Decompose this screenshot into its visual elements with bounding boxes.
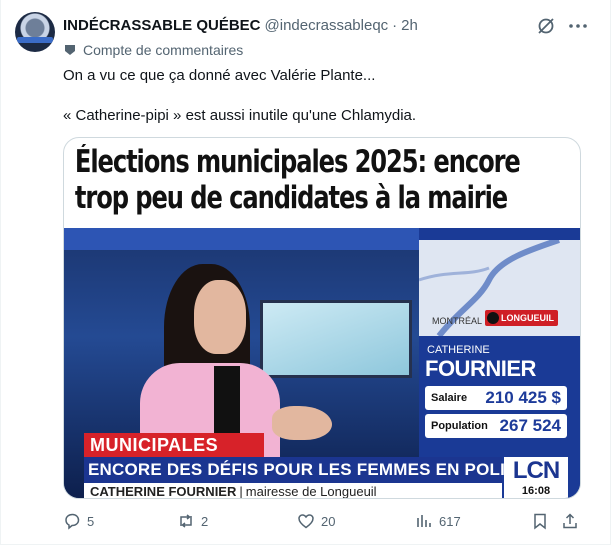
map-label-longueuil: LONGUEUIL <box>485 310 558 326</box>
repost-count: 2 <box>201 513 209 529</box>
views-count: 617 <box>439 513 461 529</box>
headline: Élections municipales 2025: encore trop … <box>64 144 521 216</box>
reply-icon <box>65 513 80 530</box>
reply-count: 5 <box>87 513 95 529</box>
channel-logo: LCN <box>512 457 560 484</box>
more-icon[interactable] <box>567 16 589 36</box>
map: MONTRÉAL LONGUEUIL <box>418 237 580 338</box>
author-name[interactable]: INDÉCRASSABLE QUÉBEC <box>63 17 261 34</box>
share-button[interactable] <box>561 510 579 532</box>
chyron-sub: CATHERINE FOURNIER | mairesse de Longueuil <box>84 483 502 499</box>
chyron-role: mairesse de Longueuil <box>245 484 377 499</box>
repost-icon <box>180 514 192 528</box>
population-value: 267 524 <box>499 416 561 435</box>
tweet-text-line1: On a vu ce que ça donné avec Valérie Pla… <box>63 67 376 84</box>
author-handle[interactable]: @indecrassableqc <box>265 17 389 34</box>
salary-value: 210 425 $ <box>485 388 561 407</box>
separator-dot: · <box>392 16 398 34</box>
avatar-banner <box>17 37 53 43</box>
channel-logo-box: LCN 16:08 <box>504 457 568 498</box>
news-frame: MONTRÉAL LONGUEUIL CATHERINE FOURNIER Sa… <box>64 228 580 499</box>
studio-monitor <box>260 300 412 378</box>
map-label-montreal: MONTRÉAL <box>432 316 483 326</box>
studio-topbar <box>64 228 422 250</box>
person-face <box>194 280 246 354</box>
bookmark-icon <box>534 513 546 530</box>
like-icon <box>298 514 314 529</box>
grok-icon[interactable] <box>536 16 556 36</box>
person-hand <box>272 406 332 440</box>
headline-line2: trop peu de candidates à la mairie <box>74 180 508 216</box>
share-icon <box>563 513 577 529</box>
chyron-main: ENCORE DES DÉFIS POUR LES FEMMES EN POLI… <box>84 457 558 483</box>
like-count: 20 <box>321 513 336 529</box>
panel-last-name: FOURNIER <box>425 356 536 381</box>
tweet-header: INDÉCRASSABLE QUÉBEC @indecrassableqc · … <box>63 14 418 36</box>
chyron-separator: | <box>239 484 243 499</box>
media-image[interactable]: Élections municipales 2025: encore trop … <box>63 137 581 499</box>
views-button[interactable]: 617 <box>415 510 461 532</box>
reply-button[interactable]: 5 <box>63 510 94 532</box>
account-type: Compte de commentaires <box>83 42 244 58</box>
avatar[interactable] <box>15 12 55 52</box>
tweet-time[interactable]: 2h <box>401 17 418 34</box>
person-top <box>214 366 240 436</box>
like-button[interactable]: 20 <box>297 510 335 532</box>
tweet-text-line2: « Catherine-pipi » est aussi inutile qu'… <box>63 107 417 124</box>
headline-line1: Élections municipales 2025: encore <box>74 144 521 180</box>
tweet-card[interactable]: INDÉCRASSABLE QUÉBEC @indecrassableqc · … <box>0 0 611 545</box>
repost-button[interactable]: 2 <box>177 510 208 532</box>
chyron-name: CATHERINE FOURNIER <box>90 484 237 499</box>
bookmark-button[interactable] <box>531 510 549 532</box>
action-bar: 5 2 20 617 <box>63 510 589 532</box>
views-icon <box>417 515 431 527</box>
salary-box: Salaire 210 425 $ <box>425 386 567 410</box>
population-box: Population 267 524 <box>425 414 567 438</box>
salary-label: Salaire <box>431 392 468 404</box>
panel-first-name: CATHERINE <box>427 344 490 356</box>
account-label: Compte de commentaires <box>63 40 243 60</box>
commentary-badge-icon <box>65 45 75 55</box>
chyron-tag: MUNICIPALES 2025 <box>84 433 264 479</box>
broadcast-clock: 16:08 <box>521 485 551 497</box>
population-label: Population <box>431 420 488 432</box>
